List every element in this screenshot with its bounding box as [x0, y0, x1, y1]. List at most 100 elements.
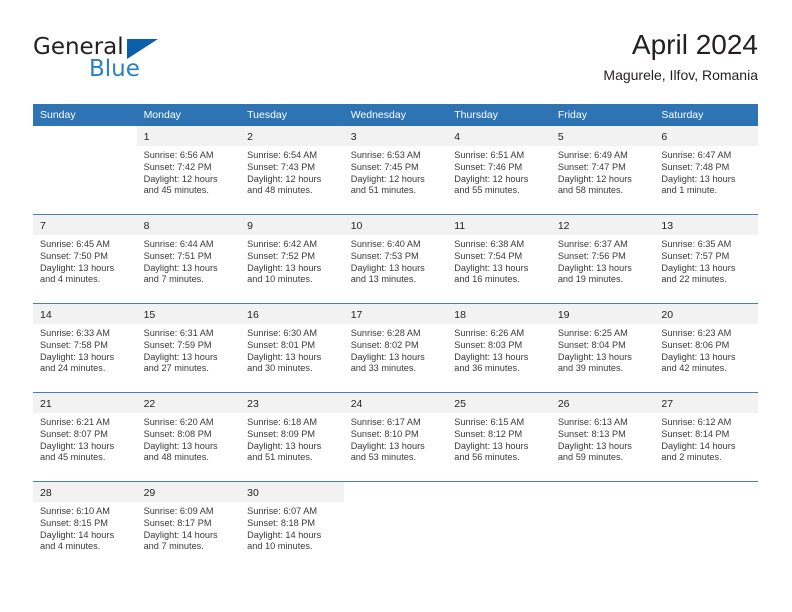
calendar-day-number: 23 [240, 393, 344, 413]
sunrise-time: Sunrise: 6:28 AM [350, 328, 421, 338]
calendar-day-cell[interactable]: 30 Sunrise: 6:07 AM Sunset: 8:18 PM Dayligh… [240, 482, 344, 570]
calendar-day-number: 1 [136, 126, 241, 146]
calendar-day-number: 3 [343, 126, 448, 146]
calendar-day-cell[interactable]: 8 Sunrise: 6:44 AM Sunset: 7:51 PM Daylight… [136, 215, 241, 303]
calendar-day-details: Sunrise: 6:47 AM Sunset: 7:48 PM Daylight:… [654, 146, 758, 197]
calendar-day-cell[interactable]: 2 Sunrise: 6:54 AM Sunset: 7:43 PM Daylight… [240, 126, 344, 214]
calendar-day-cell[interactable]: 17 Sunrise: 6:28 AM Sunset: 8:02 PM Dayligh… [343, 304, 448, 392]
calendar-day-cell[interactable]: 3 Sunrise: 6:53 AM Sunset: 7:45 PM Daylight… [343, 126, 448, 214]
sunrise-time: Sunrise: 6:10 AM [40, 506, 110, 516]
weekday-header-sunday: Sunday [33, 104, 137, 126]
daylight-duration: Daylight: 12 hours and 55 minutes. [454, 173, 529, 196]
weekday-header-thursday: Thursday [447, 104, 551, 126]
calendar-day-number: 18 [447, 304, 551, 324]
calendar-day-cell[interactable]: 12 Sunrise: 6:37 AM Sunset: 7:56 PM Dayligh… [550, 215, 655, 303]
daylight-duration: Daylight: 13 hours and 4 minutes. [40, 262, 115, 285]
title-block: April 2024 Magurele, Ilfov, Romania [603, 28, 758, 84]
calendar-day-cell[interactable]: 1 Sunrise: 6:56 AM Sunset: 7:42 PM Daylight… [136, 126, 241, 214]
daylight-duration: Daylight: 14 hours and 7 minutes. [143, 529, 218, 552]
sunrise-time: Sunrise: 6:44 AM [143, 239, 214, 249]
calendar-day-cell[interactable]: 20 Sunrise: 6:23 AM Sunset: 8:06 PM Dayligh… [654, 304, 758, 392]
sunrise-time: Sunrise: 6:45 AM [40, 239, 110, 249]
daylight-duration: Daylight: 12 hours and 51 minutes. [350, 173, 425, 196]
calendar-day-cell[interactable]: 26 Sunrise: 6:13 AM Sunset: 8:13 PM Dayligh… [550, 393, 655, 481]
sunset-time: Sunset: 7:54 PM [454, 250, 523, 261]
calendar-day-details: Sunrise: 6:28 AM Sunset: 8:02 PM Daylight:… [344, 324, 448, 375]
calendar-day-cell[interactable]: 15 Sunrise: 6:31 AM Sunset: 7:59 PM Dayligh… [136, 304, 241, 392]
calendar-day-number: 15 [136, 304, 241, 324]
calendar-day-cell[interactable]: 16 Sunrise: 6:30 AM Sunset: 8:01 PM Dayligh… [240, 304, 344, 392]
daylight-duration: Daylight: 13 hours and 51 minutes. [247, 440, 322, 463]
calendar-day-number: 10 [343, 215, 448, 235]
calendar-day-details: Sunrise: 6:12 AM Sunset: 8:14 PM Daylight:… [654, 413, 758, 464]
calendar-day-cell[interactable]: 24 Sunrise: 6:17 AM Sunset: 8:10 PM Dayligh… [343, 393, 448, 481]
sunset-time: Sunset: 8:14 PM [661, 428, 730, 439]
calendar-day-cell[interactable]: 9 Sunrise: 6:42 AM Sunset: 7:52 PM Daylight… [240, 215, 344, 303]
daylight-duration: Daylight: 14 hours and 4 minutes. [40, 529, 115, 552]
calendar-day-details: Sunrise: 6:45 AM Sunset: 7:50 PM Daylight:… [33, 235, 137, 286]
calendar-day-cell[interactable]: 21 Sunrise: 6:21 AM Sunset: 8:07 PM Dayligh… [33, 393, 137, 481]
calendar-day-details: Sunrise: 6:40 AM Sunset: 7:53 PM Daylight:… [344, 235, 448, 286]
sunrise-time: Sunrise: 6:47 AM [661, 150, 732, 160]
daylight-duration: Daylight: 14 hours and 2 minutes. [661, 440, 736, 463]
sunset-time: Sunset: 8:15 PM [40, 517, 108, 528]
calendar-day-details: Sunrise: 6:35 AM Sunset: 7:57 PM Daylight:… [654, 235, 758, 286]
calendar-day-details: Sunrise: 6:44 AM Sunset: 7:51 PM Daylight:… [137, 235, 241, 286]
calendar-day-cell[interactable]: 6 Sunrise: 6:47 AM Sunset: 7:48 PM Daylight… [654, 126, 758, 214]
sunrise-time: Sunrise: 6:18 AM [247, 417, 318, 427]
sunrise-time: Sunrise: 6:09 AM [143, 506, 214, 516]
daylight-duration: Daylight: 13 hours and 53 minutes. [350, 440, 425, 463]
calendar-day-cell[interactable]: 19 Sunrise: 6:25 AM Sunset: 8:04 PM Dayligh… [550, 304, 655, 392]
calendar-day-details: Sunrise: 6:10 AM Sunset: 8:15 PM Daylight:… [33, 502, 137, 553]
calendar-day-details: Sunrise: 6:26 AM Sunset: 8:03 PM Daylight:… [447, 324, 551, 375]
calendar-day-number: 26 [550, 393, 655, 413]
sunset-time: Sunset: 7:46 PM [454, 161, 523, 172]
sunset-time: Sunset: 7:43 PM [247, 161, 316, 172]
sunset-time: Sunset: 7:59 PM [143, 339, 212, 350]
calendar-day-cell[interactable]: 4 Sunrise: 6:51 AM Sunset: 7:46 PM Daylight… [447, 126, 551, 214]
sunrise-time: Sunrise: 6:17 AM [350, 417, 421, 427]
sunset-time: Sunset: 7:51 PM [143, 250, 212, 261]
sunset-time: Sunset: 7:42 PM [143, 161, 212, 172]
calendar-day-cell[interactable]: 14 Sunrise: 6:33 AM Sunset: 7:58 PM Dayligh… [33, 304, 137, 392]
daylight-duration: Daylight: 13 hours and 16 minutes. [454, 262, 529, 285]
daylight-duration: Daylight: 13 hours and 10 minutes. [247, 262, 322, 285]
calendar-day-cell[interactable]: 13 Sunrise: 6:35 AM Sunset: 7:57 PM Dayligh… [654, 215, 758, 303]
calendar-day-cell[interactable]: 18 Sunrise: 6:26 AM Sunset: 8:03 PM Dayligh… [447, 304, 551, 392]
calendar-day-number: 9 [240, 215, 344, 235]
daylight-duration: Daylight: 13 hours and 59 minutes. [557, 440, 632, 463]
calendar-day-cell[interactable]: 23 Sunrise: 6:18 AM Sunset: 8:09 PM Dayligh… [240, 393, 344, 481]
sunrise-time: Sunrise: 6:12 AM [661, 417, 732, 427]
calendar-day-cell-empty [344, 482, 448, 570]
calendar-day-number: 14 [33, 304, 137, 324]
calendar-day-number: 29 [136, 482, 241, 502]
calendar-day-number [447, 482, 551, 502]
calendar-body: 1 Sunrise: 6:56 AM Sunset: 7:42 PM Daylight… [33, 126, 758, 570]
sunrise-time: Sunrise: 6:30 AM [247, 328, 318, 338]
daylight-duration: Daylight: 13 hours and 19 minutes. [557, 262, 632, 285]
calendar-day-cell[interactable]: 29 Sunrise: 6:09 AM Sunset: 8:17 PM Dayligh… [136, 482, 241, 570]
calendar-day-number: 27 [654, 393, 758, 413]
calendar-day-cell[interactable]: 25 Sunrise: 6:15 AM Sunset: 8:12 PM Dayligh… [447, 393, 551, 481]
calendar-day-cell[interactable]: 7 Sunrise: 6:45 AM Sunset: 7:50 PM Daylight… [33, 215, 137, 303]
calendar-day-details: Sunrise: 6:51 AM Sunset: 7:46 PM Daylight:… [447, 146, 551, 197]
general-blue-logo[interactable]: General Blue [33, 34, 213, 90]
sunset-time: Sunset: 8:17 PM [143, 517, 212, 528]
sunset-time: Sunset: 7:57 PM [661, 250, 730, 261]
calendar-day-cell[interactable]: 5 Sunrise: 6:49 AM Sunset: 7:47 PM Daylight… [550, 126, 655, 214]
calendar-day-cell[interactable]: 10 Sunrise: 6:40 AM Sunset: 7:53 PM Dayligh… [343, 215, 448, 303]
sunrise-time: Sunrise: 6:35 AM [661, 239, 732, 249]
sunrise-time: Sunrise: 6:13 AM [557, 417, 628, 427]
calendar-week-row: 14 Sunrise: 6:33 AM Sunset: 7:58 PM Dayligh… [33, 303, 758, 393]
calendar-day-cell[interactable]: 28 Sunrise: 6:10 AM Sunset: 8:15 PM Dayligh… [33, 482, 137, 570]
calendar-day-cell[interactable]: 27 Sunrise: 6:12 AM Sunset: 8:14 PM Dayligh… [654, 393, 758, 481]
calendar-day-number: 20 [654, 304, 758, 324]
sunset-time: Sunset: 8:10 PM [350, 428, 419, 439]
calendar-day-cell[interactable]: 22 Sunrise: 6:20 AM Sunset: 8:08 PM Dayligh… [136, 393, 241, 481]
calendar-day-number: 5 [550, 126, 655, 146]
sunset-time: Sunset: 8:13 PM [557, 428, 626, 439]
daylight-duration: Daylight: 12 hours and 58 minutes. [557, 173, 632, 196]
calendar-day-details: Sunrise: 6:09 AM Sunset: 8:17 PM Daylight:… [137, 502, 241, 553]
calendar-day-number: 12 [550, 215, 655, 235]
calendar-day-cell[interactable]: 11 Sunrise: 6:38 AM Sunset: 7:54 PM Dayligh… [447, 215, 551, 303]
